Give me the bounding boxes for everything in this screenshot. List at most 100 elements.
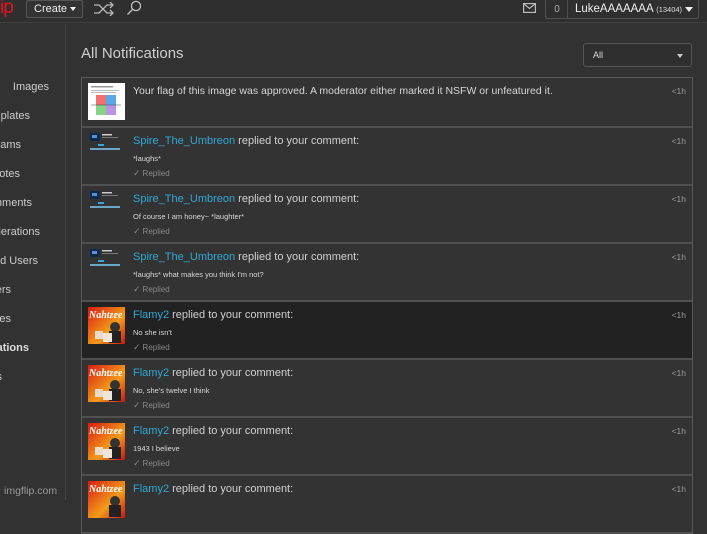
sidebar-item-moderations[interactable]: Moderations	[0, 226, 40, 238]
replied-status[interactable]: ✓ Replied	[133, 400, 170, 411]
notification-filter-select[interactable]: All	[583, 43, 692, 67]
notification-action-text: replied to your comment:	[169, 367, 294, 379]
meme-thumbnail-image	[90, 249, 120, 266]
sidebar-item-followed-users[interactable]: Followed Users	[0, 255, 38, 267]
notification-time: <1h	[671, 194, 686, 204]
notification-headline: Flamy2 replied to your comment:	[133, 483, 293, 495]
sidebar-item-upvotes[interactable]: Upvotes	[0, 168, 20, 180]
imgflip-logo[interactable]: ip	[0, 0, 14, 19]
notification-list: Your flag of this image was approved. A …	[81, 77, 693, 534]
checkmark-icon: ✓	[133, 168, 141, 178]
sidebar-item-templates[interactable]: Templates	[0, 110, 30, 122]
nahtzee-meme-image: Nahtzee	[88, 423, 125, 460]
create-button[interactable]: Create	[26, 0, 83, 18]
notification-action-text: replied to your comment:	[235, 193, 360, 205]
checkmark-icon: ✓	[133, 226, 141, 236]
comment-text: No, she's twelve I think	[133, 386, 210, 395]
notification-item[interactable]: Nahtzee Flamy2 replied to your comment: …	[82, 302, 692, 360]
meme-thumbnail-image	[90, 191, 120, 208]
notification-item[interactable]: Spire_The_Umbreon replied to your commen…	[82, 186, 692, 244]
main-content: All Notifications All Your flag of this …	[67, 24, 707, 534]
checkmark-icon: ✓	[133, 284, 141, 294]
user-menu-button[interactable]: LukeAAAAAAA (13404)	[567, 0, 699, 19]
notification-username[interactable]: Flamy2	[133, 425, 169, 437]
notification-item[interactable]: Your flag of this image was approved. A …	[82, 78, 692, 128]
notification-username[interactable]: Spire_The_Umbreon	[133, 251, 235, 263]
username: LukeAAAAAAA	[575, 3, 653, 15]
sidebar-item-notifications[interactable]: Notifications	[0, 342, 29, 354]
sidebar-item-streams[interactable]: Streams	[0, 139, 21, 151]
sidebar-item-stats[interactable]: Stats	[0, 371, 2, 383]
shuffle-icon[interactable]	[93, 2, 115, 16]
notification-headline: Spire_The_Umbreon replied to your commen…	[133, 251, 359, 263]
sidebar: Images Templates Streams Upvotes Comment…	[0, 24, 66, 500]
notification-time: <1h	[671, 310, 686, 320]
replied-label: Replied	[142, 343, 170, 352]
notification-item[interactable]: Nahtzee Flamy2 replied to your comment: …	[82, 476, 692, 534]
site-footer-link[interactable]: imgflip.com	[4, 485, 57, 497]
notification-action-text: replied to your comment:	[235, 251, 360, 263]
notification-time: <1h	[671, 86, 686, 96]
notification-headline: Flamy2 replied to your comment:	[133, 367, 293, 379]
notification-headline: Spire_The_Umbreon replied to your commen…	[133, 135, 359, 147]
replied-label: Replied	[142, 285, 170, 294]
chevron-down-icon	[677, 54, 683, 58]
svg-text:Nahtzee: Nahtzee	[88, 484, 123, 495]
comment-image-thumbnail[interactable]: Nahtzee	[88, 423, 125, 460]
sidebar-item-images[interactable]: Images	[0, 81, 49, 93]
checkmark-icon: ✓	[133, 458, 141, 468]
notification-item[interactable]: Spire_The_Umbreon replied to your commen…	[82, 244, 692, 302]
notification-time: <1h	[671, 368, 686, 378]
page-title: All Notifications	[81, 45, 184, 62]
comment-text: Of course I am honey~ *laughter*	[133, 212, 245, 221]
notification-action-text: replied to your comment:	[169, 425, 294, 437]
flagged-image-thumbnail[interactable]	[88, 83, 125, 120]
comment-image-thumbnail[interactable]	[88, 131, 125, 155]
comment-image-thumbnail[interactable]	[88, 189, 125, 213]
sidebar-item-invites[interactable]: Invites	[0, 313, 11, 325]
notification-time: <1h	[671, 252, 686, 262]
comment-text: *laughs*	[133, 154, 161, 163]
filter-selected-value: All	[593, 50, 604, 60]
create-label: Create	[34, 3, 68, 15]
replied-status[interactable]: ✓ Replied	[133, 342, 170, 353]
notification-time: <1h	[671, 426, 686, 436]
replied-status[interactable]: ✓ Replied	[133, 458, 170, 469]
top-nav-bar: ip Create 0 LukeAAAAAAA (13404)	[0, 0, 707, 23]
comment-image-thumbnail[interactable]: Nahtzee	[88, 307, 125, 344]
notification-message: Your flag of this image was approved. A …	[133, 85, 553, 97]
replied-label: Replied	[142, 227, 170, 236]
notification-username[interactable]: Flamy2	[133, 483, 169, 495]
mail-icon[interactable]	[523, 3, 536, 13]
svg-text:Nahtzee: Nahtzee	[88, 310, 123, 321]
svg-text:Nahtzee: Nahtzee	[88, 426, 123, 437]
nahtzee-meme-image: Nahtzee	[88, 365, 125, 402]
comment-image-thumbnail[interactable]: Nahtzee	[88, 365, 125, 402]
sidebar-item-comments[interactable]: Comments	[0, 197, 32, 209]
checkmark-icon: ✓	[133, 342, 141, 352]
replied-label: Replied	[142, 459, 170, 468]
notification-item[interactable]: Spire_The_Umbreon replied to your commen…	[82, 128, 692, 186]
replied-label: Replied	[142, 401, 170, 410]
notification-item[interactable]: Nahtzee Flamy2 replied to your comment: …	[82, 418, 692, 476]
search-icon[interactable]	[126, 0, 142, 16]
replied-status[interactable]: ✓ Replied	[133, 284, 170, 295]
notification-action-text: replied to your comment:	[235, 135, 360, 147]
chevron-down-icon	[685, 7, 693, 12]
checkmark-icon: ✓	[133, 400, 141, 410]
replied-status[interactable]: ✓ Replied	[133, 226, 170, 237]
notification-item[interactable]: Nahtzee Flamy2 replied to your comment: …	[82, 360, 692, 418]
notification-headline: Spire_The_Umbreon replied to your commen…	[133, 193, 359, 205]
replied-status[interactable]: ✓ Replied	[133, 168, 170, 179]
notification-username[interactable]: Flamy2	[133, 309, 169, 321]
comment-image-thumbnail[interactable]	[88, 247, 125, 271]
notification-time: <1h	[671, 136, 686, 146]
notification-headline: Flamy2 replied to your comment:	[133, 309, 293, 321]
sidebar-item-followers[interactable]: Followers	[0, 284, 11, 296]
notification-username[interactable]: Spire_The_Umbreon	[133, 193, 235, 205]
notification-count-button[interactable]: 0	[545, 0, 568, 19]
notification-username[interactable]: Spire_The_Umbreon	[133, 135, 235, 147]
comment-text: *laughs* what makes you think I'm not?	[133, 270, 264, 279]
notification-username[interactable]: Flamy2	[133, 367, 169, 379]
notification-action-text: replied to your comment:	[169, 483, 294, 495]
